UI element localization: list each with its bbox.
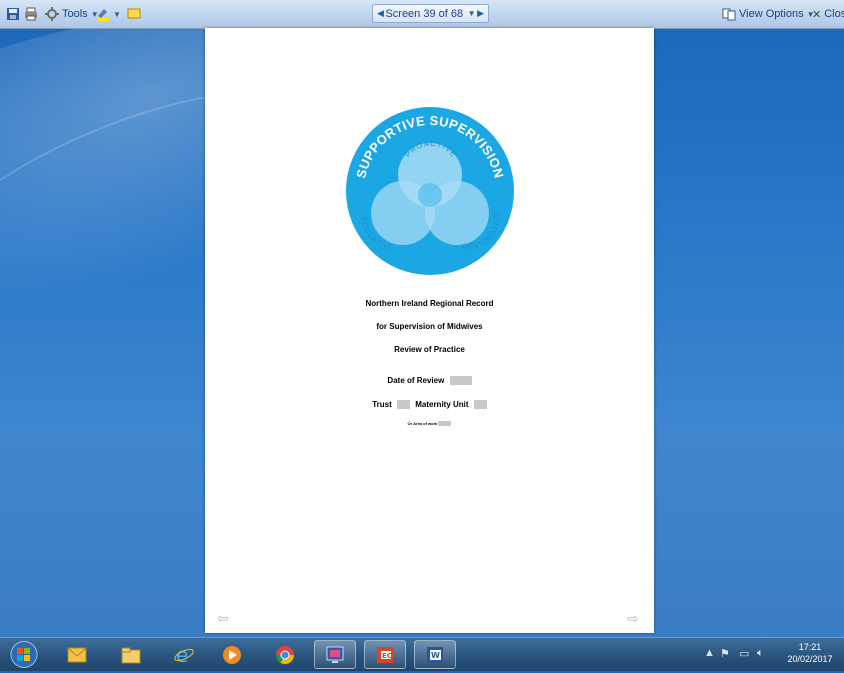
volume-icon[interactable]: 🔈︎ — [757, 647, 764, 660]
tools-label: Tools — [62, 8, 88, 20]
taskbar-word[interactable]: W — [414, 640, 456, 669]
media-player-icon — [223, 645, 241, 664]
previous-screen-button[interactable]: ◀ — [377, 8, 384, 19]
taskbar-chrome[interactable] — [264, 640, 306, 669]
print-icon[interactable] — [24, 6, 38, 22]
document-title-line1: Northern Ireland Regional Record — [365, 299, 494, 308]
close-label: Close — [824, 8, 844, 20]
document-page: SUPPORTIVE SUPERVISION PROACTIVE EDUCATI… — [205, 28, 654, 633]
network-icon[interactable]: ▭ — [739, 647, 749, 660]
action-center-icon[interactable]: ⚑ — [720, 647, 730, 660]
view-options-button[interactable]: View Options ▼ — [722, 6, 815, 22]
trust-field[interactable] — [396, 400, 410, 410]
next-screen-button[interactable]: ▶ — [477, 8, 484, 19]
svg-text:e: e — [176, 644, 188, 666]
internet-explorer-icon: e — [174, 644, 194, 666]
show-hidden-icons-button[interactable]: ▲ — [704, 647, 715, 659]
view-options-icon — [722, 8, 736, 21]
document-title-line2: for Supervision of Midwives — [376, 322, 483, 331]
document-title-line3: Review of Practice — [394, 345, 465, 354]
windows-logo-icon — [10, 641, 38, 668]
reading-toolbar: Tools ▼ ▼ ◀ Screen 39 of 68 ▼ ▶ View Opt… — [0, 0, 844, 29]
taskbar-remote-desktop[interactable] — [314, 640, 356, 669]
svg-text:W: W — [431, 651, 440, 660]
date-of-review-field[interactable] — [449, 376, 472, 386]
maternity-unit-field[interactable] — [473, 400, 487, 410]
clock-time: 17:21 — [798, 642, 822, 652]
date-of-review-label: Date of Review — [387, 376, 445, 385]
close-button[interactable]: ✕ Close — [812, 6, 844, 22]
comment-button[interactable] — [127, 6, 141, 22]
close-icon: ✕ — [812, 8, 822, 21]
powerpoint-icon: EC — [377, 646, 393, 663]
system-clock[interactable]: 17:21 20/02/2017 — [780, 641, 840, 665]
outlook-icon — [67, 647, 87, 662]
date-of-review-row: Date of Review — [205, 376, 654, 386]
start-button[interactable] — [8, 641, 40, 668]
clock-date: 20/02/2017 — [787, 654, 833, 664]
screen-navigator: ◀ Screen 39 of 68 ▼ ▶ — [372, 4, 489, 23]
taskbar-powerpoint[interactable]: EC — [364, 640, 406, 669]
chrome-icon — [276, 645, 294, 664]
highlighter-icon — [97, 9, 109, 21]
tools-icon — [45, 7, 59, 21]
highlight-button[interactable]: ▼ — [96, 6, 121, 22]
screen-counter[interactable]: Screen 39 of 68 — [385, 8, 463, 20]
area-of-work-field[interactable] — [438, 421, 452, 427]
chevron-down-icon[interactable]: ▼ — [468, 9, 476, 18]
previous-page-arrow-icon[interactable]: ⇦ — [217, 610, 229, 627]
taskbar-file-explorer[interactable] — [110, 640, 152, 669]
maternity-unit-label: Maternity Unit — [415, 400, 469, 409]
area-of-work-row: Or Area of work — [205, 421, 654, 427]
taskbar-internet-explorer[interactable]: e — [163, 640, 205, 669]
trust-label: Trust — [372, 400, 392, 409]
comment-icon — [127, 8, 141, 19]
taskbar-windows-media-player[interactable] — [211, 640, 253, 669]
next-page-arrow-icon[interactable]: ⇨ — [627, 610, 639, 627]
taskbar-outlook[interactable] — [56, 640, 98, 669]
supportive-supervision-logo: SUPPORTIVE SUPERVISION PROACTIVE EDUCATI… — [346, 107, 514, 275]
folder-icon — [121, 647, 141, 663]
area-of-work-label: Or Area of work — [407, 421, 438, 426]
save-icon[interactable] — [6, 6, 20, 22]
trust-row: Trust Maternity Unit — [205, 400, 654, 410]
chevron-down-icon: ▼ — [113, 9, 121, 19]
view-options-label: View Options — [739, 8, 804, 20]
tools-menu-button[interactable]: Tools ▼ — [45, 6, 99, 22]
remote-desktop-icon — [326, 646, 344, 663]
word-icon: W — [427, 646, 443, 663]
svg-text:EC: EC — [382, 652, 392, 660]
